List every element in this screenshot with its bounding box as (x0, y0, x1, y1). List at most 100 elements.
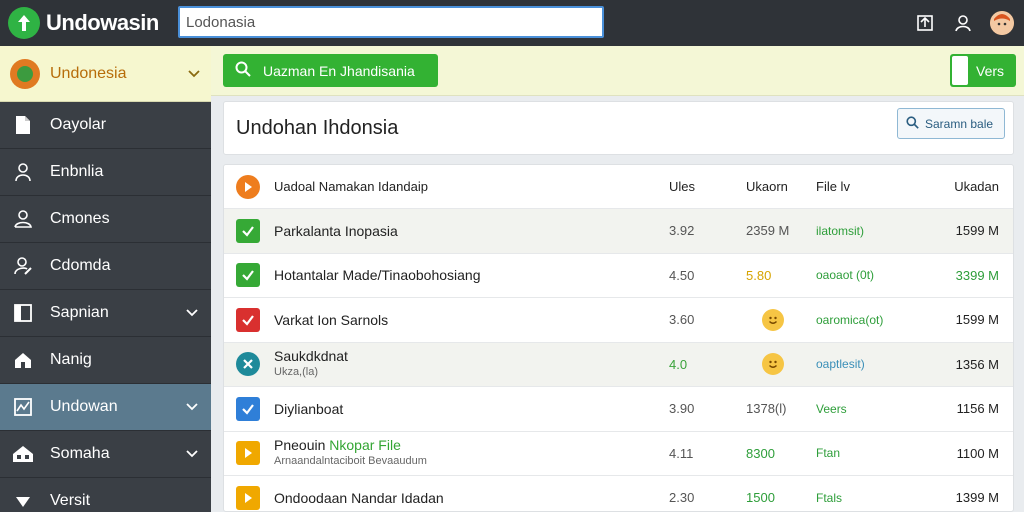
row-subtext: Arnaandalntaciboit Bevaaudum (274, 455, 427, 468)
chevron-down-icon (185, 447, 199, 461)
table-row[interactable]: Varkat Ion Sarnols 3.60 oaromica(ot) 159… (224, 298, 1013, 343)
row-col2: 1378(l) (746, 401, 787, 417)
sidebar-item-versit[interactable]: Versit (0, 478, 211, 512)
house-group-icon (12, 443, 34, 465)
play-icon[interactable] (236, 441, 260, 466)
table-row[interactable]: Pneouin Nkopar File Arnaandalntaciboit B… (224, 432, 1013, 476)
toggle-label: Vers (976, 62, 1005, 79)
primary-action-button[interactable]: Uazman En Jhandisania (223, 54, 438, 87)
row-col1: 3.92 (669, 223, 695, 239)
main-area: Uazman En Jhandisania Vers Undohan Ihdon… (211, 46, 1024, 512)
top-bar: Undowasin (0, 0, 1024, 46)
table-row[interactable]: Hotantalar Made/Tinaobohosiang 4.50 5.80… (224, 254, 1013, 298)
table-row[interactable]: Saukdkdnat Ukza,(la) 4.0 oaptlesit) 1356… (224, 342, 1013, 387)
check-icon[interactable] (236, 396, 260, 421)
app-name: Undowasin (46, 10, 159, 35)
header-col3[interactable]: File lv (816, 179, 850, 194)
top-actions (914, 0, 1014, 46)
upload-icon[interactable] (914, 12, 936, 34)
row-subtext: Ukza,(la) (274, 366, 319, 379)
chart-box-icon (12, 396, 34, 418)
row-col3: Veers (816, 401, 847, 416)
row-col3: oaromica(ot) (816, 312, 884, 327)
page-title: Undohan Ihdonsia (236, 116, 399, 139)
primary-action-label: Uazman En Jhandisania (263, 62, 415, 79)
search-icon (235, 61, 251, 80)
chevron-down-icon (185, 400, 199, 414)
chevron-down-icon (185, 306, 199, 320)
sidebar: Undonesia Oayolar Enbnlia Cmones Cdomda … (0, 46, 211, 512)
row-col4: 1599 M (955, 223, 999, 239)
user-edit-icon (12, 255, 34, 277)
toolbar: Uazman En Jhandisania Vers (211, 46, 1024, 96)
sidebar-item-cdomda[interactable]: Cdomda (0, 243, 211, 290)
row-name: Ondoodaan Nandar Idadan (274, 489, 444, 506)
row-col4: 3399 M (955, 267, 999, 283)
row-name: Pneouin Nkopar File Arnaandalntaciboit B… (274, 437, 427, 468)
row-name-highlight: Nkopar File (329, 437, 401, 454)
close-icon[interactable] (236, 352, 260, 377)
country-label: Undonesia (50, 64, 127, 82)
row-col3: Ftan (816, 446, 841, 461)
smiley-icon (762, 353, 784, 376)
country-flag-icon (10, 58, 40, 89)
chevron-down-icon (187, 67, 201, 81)
country-selector[interactable]: Undonesia (0, 46, 211, 102)
check-icon[interactable] (236, 218, 260, 243)
header-col2[interactable]: Ukaorn (746, 179, 788, 194)
table-row[interactable]: Diylianboat 3.90 1378(l) Veers 1156 M (224, 387, 1013, 432)
row-col4: 1156 M (956, 401, 999, 417)
home-icon (12, 349, 34, 371)
row-name: Hotantalar Made/Tinaobohosiang (274, 267, 481, 284)
row-col4: 1599 M (955, 312, 999, 328)
sidebar-item-sapnian[interactable]: Sapnian (0, 290, 211, 337)
row-col1: 3.60 (669, 312, 695, 328)
row-col2 (762, 353, 784, 376)
page-header: Undohan Ihdonsia Saramn bale (223, 101, 1014, 155)
user-outline-icon (12, 208, 34, 230)
play-icon[interactable] (236, 485, 260, 510)
search-button[interactable]: Saramn bale (897, 108, 1005, 139)
table-row[interactable]: Ondoodaan Nandar Idadan 2.30 1500 Ftals … (224, 476, 1013, 511)
user-icon (12, 161, 34, 183)
row-col1: 4.11 (669, 445, 694, 461)
sidebar-item-somaha[interactable]: Somaha (0, 431, 211, 478)
app-logo[interactable]: Undowasin (0, 7, 178, 39)
check-icon[interactable] (236, 263, 260, 288)
header-col4[interactable]: Ukadan (954, 179, 999, 194)
row-name: Parkalanta Inopasia (274, 222, 398, 239)
check-icon[interactable] (236, 307, 260, 332)
row-col2: 5.80 (746, 267, 772, 283)
header-col1[interactable]: Ules (669, 179, 695, 194)
sidebar-item-cmones[interactable]: Cmones (0, 196, 211, 243)
sidebar-item-undowan[interactable]: Undowan (0, 384, 211, 431)
user-settings-icon[interactable] (952, 12, 974, 34)
header-app-icon (236, 174, 260, 199)
row-col2: 8300 (746, 445, 775, 461)
avatar[interactable] (990, 11, 1014, 35)
table-row[interactable]: Parkalanta Inopasia 3.92 2359 M ilatomsi… (224, 209, 1013, 254)
sidebar-item-oayolar[interactable]: Oayolar (0, 102, 211, 149)
row-col4: 1356 M (955, 356, 999, 372)
row-col1: 4.50 (669, 267, 695, 283)
row-col4: 1100 M (956, 445, 999, 461)
top-search-input[interactable] (178, 6, 604, 38)
document-icon (12, 114, 34, 136)
row-name: Varkat Ion Sarnols (274, 311, 389, 328)
sidebar-item-nanig[interactable]: Nanig (0, 337, 211, 384)
row-name: Diylianboat (274, 400, 344, 417)
row-col3: Ftals (816, 490, 843, 505)
row-col1: 4.0 (669, 356, 688, 372)
sidebar-item-enbnlia[interactable]: Enbnlia (0, 149, 211, 196)
row-name: Saukdkdnat Ukza,(la) (274, 348, 348, 379)
table-header-row: Uadoal Namakan Idandaip Ules Ukaorn File… (224, 165, 1013, 209)
panel-icon (12, 302, 34, 324)
row-col3: oaptlesit) (816, 357, 865, 372)
version-toggle[interactable]: Vers (950, 54, 1016, 87)
row-col2 (762, 308, 784, 331)
row-col3: ilatomsit) (816, 223, 865, 238)
row-col1: 2.30 (669, 490, 695, 506)
row-col2: 2359 M (746, 223, 790, 239)
row-col4: 1399 M (955, 490, 999, 506)
header-name[interactable]: Uadoal Namakan Idandaip (274, 179, 428, 195)
